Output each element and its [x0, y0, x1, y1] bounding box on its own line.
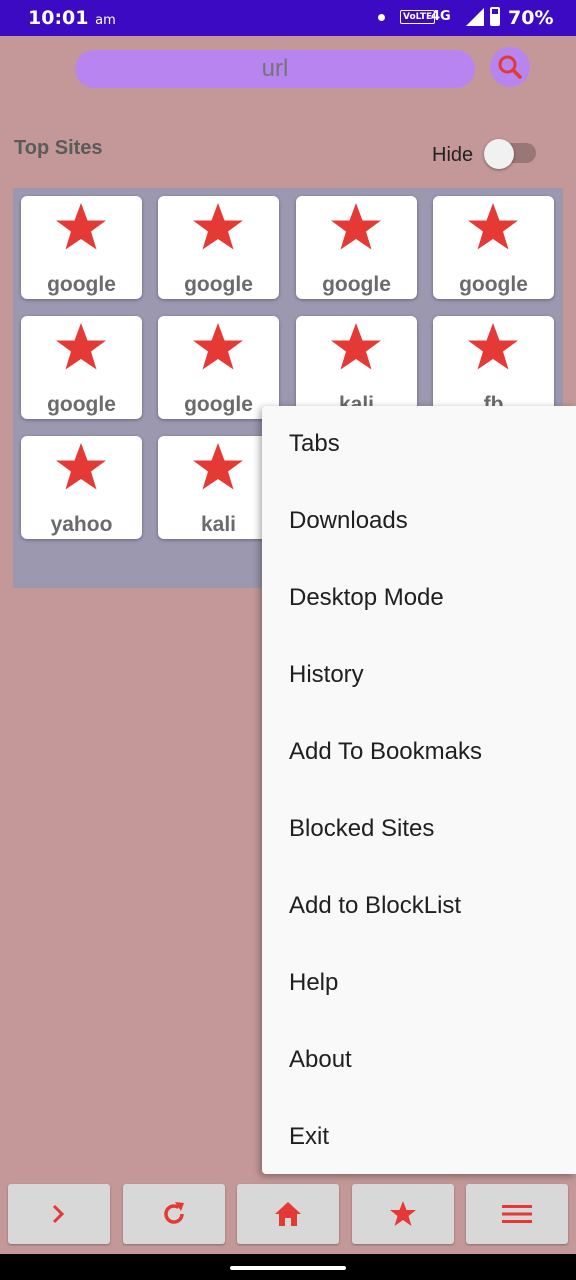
status-time-value: 10:01	[28, 7, 89, 29]
battery-icon	[490, 7, 500, 26]
chevron-right-icon	[52, 1204, 65, 1224]
star-icon	[56, 323, 106, 370]
home-gesture-bar[interactable]	[230, 1266, 346, 1270]
top-site-label: google	[47, 393, 116, 416]
hide-toggle[interactable]	[484, 139, 514, 169]
battery-percent: 70%	[508, 7, 554, 29]
refresh-button[interactable]	[123, 1184, 225, 1244]
menu-item[interactable]: Add to BlockList	[262, 868, 576, 945]
menu-item-label: Help	[289, 969, 339, 996]
star-icon	[468, 203, 518, 250]
star-icon	[56, 443, 106, 490]
top-site-label: google	[459, 273, 528, 296]
top-site-tile[interactable]: google	[21, 316, 142, 419]
hide-label: Hide	[432, 144, 474, 166]
bookmark-button[interactable]	[352, 1184, 454, 1244]
menu-item[interactable]: Tabs	[262, 406, 576, 483]
star-icon	[468, 323, 518, 370]
bottom-toolbar	[0, 1174, 576, 1254]
top-site-tile[interactable]: kali	[296, 316, 417, 419]
menu-item-label: Add To Bookmaks	[289, 738, 482, 765]
battery-fill	[492, 13, 498, 24]
top-sites-title: Top Sites	[14, 137, 103, 159]
network-type: 4G	[431, 9, 451, 24]
menu-item[interactable]: Exit	[262, 1099, 576, 1176]
status-time: 10:01 am	[28, 7, 116, 29]
signal-icon	[466, 8, 484, 26]
menu-item-label: Blocked Sites	[289, 815, 435, 842]
top-site-tile[interactable]: fb	[433, 316, 554, 419]
top-site-tile[interactable]: yahoo	[21, 436, 142, 539]
star-icon	[331, 323, 381, 370]
star-icon	[56, 203, 106, 250]
menu-item-label: Add to BlockList	[289, 892, 462, 919]
system-nav-bar	[0, 1254, 576, 1280]
top-site-label: google	[184, 393, 253, 416]
overflow-menu: Tabs Downloads Desktop Mode History Add To B…	[262, 406, 576, 1174]
search-icon	[498, 55, 522, 79]
top-site-tile[interactable]: google	[158, 196, 279, 299]
star-icon	[331, 203, 381, 250]
top-site-label: google	[184, 273, 253, 296]
top-site-tile[interactable]: google	[296, 196, 417, 299]
star-icon	[193, 323, 243, 370]
menu-button[interactable]	[466, 1184, 568, 1244]
menu-icon	[502, 1205, 532, 1223]
refresh-icon	[164, 1202, 184, 1224]
top-site-label: google	[47, 273, 116, 296]
status-bar: 10:01 am VoLTE 4G 70%	[0, 0, 576, 36]
menu-item[interactable]: History	[262, 637, 576, 714]
star-icon	[390, 1201, 416, 1226]
menu-item-label: Tabs	[289, 430, 340, 457]
menu-item[interactable]: About	[262, 1022, 576, 1099]
star-icon	[193, 443, 243, 490]
top-site-label: yahoo	[50, 513, 113, 536]
notification-dot-icon	[378, 14, 385, 21]
volte-badge: VoLTE	[400, 10, 436, 24]
url-input[interactable]	[75, 50, 475, 88]
menu-item[interactable]: Desktop Mode	[262, 560, 576, 637]
menu-item[interactable]: Add To Bookmaks	[262, 714, 576, 791]
search-button[interactable]	[490, 47, 530, 87]
menu-item[interactable]: Blocked Sites	[262, 791, 576, 868]
top-site-tile[interactable]: google	[158, 316, 279, 419]
menu-item-label: Exit	[289, 1123, 330, 1150]
top-site-label: google	[322, 273, 391, 296]
top-site-label: kali	[200, 513, 237, 536]
home-button[interactable]	[237, 1184, 339, 1244]
status-ampm: am	[95, 13, 116, 28]
top-site-tile[interactable]: kali	[158, 436, 279, 539]
menu-item-label: History	[289, 661, 364, 688]
menu-item[interactable]: Help	[262, 945, 576, 1022]
forward-button[interactable]	[8, 1184, 110, 1244]
top-site-tile[interactable]: google	[433, 196, 554, 299]
menu-item-label: Downloads	[289, 507, 408, 534]
star-icon	[193, 203, 243, 250]
menu-item-label: About	[289, 1046, 352, 1073]
top-site-tile[interactable]: google	[21, 196, 142, 299]
menu-item[interactable]: Downloads	[262, 483, 576, 560]
home-icon	[275, 1202, 301, 1226]
menu-item-label: Desktop Mode	[289, 584, 444, 611]
